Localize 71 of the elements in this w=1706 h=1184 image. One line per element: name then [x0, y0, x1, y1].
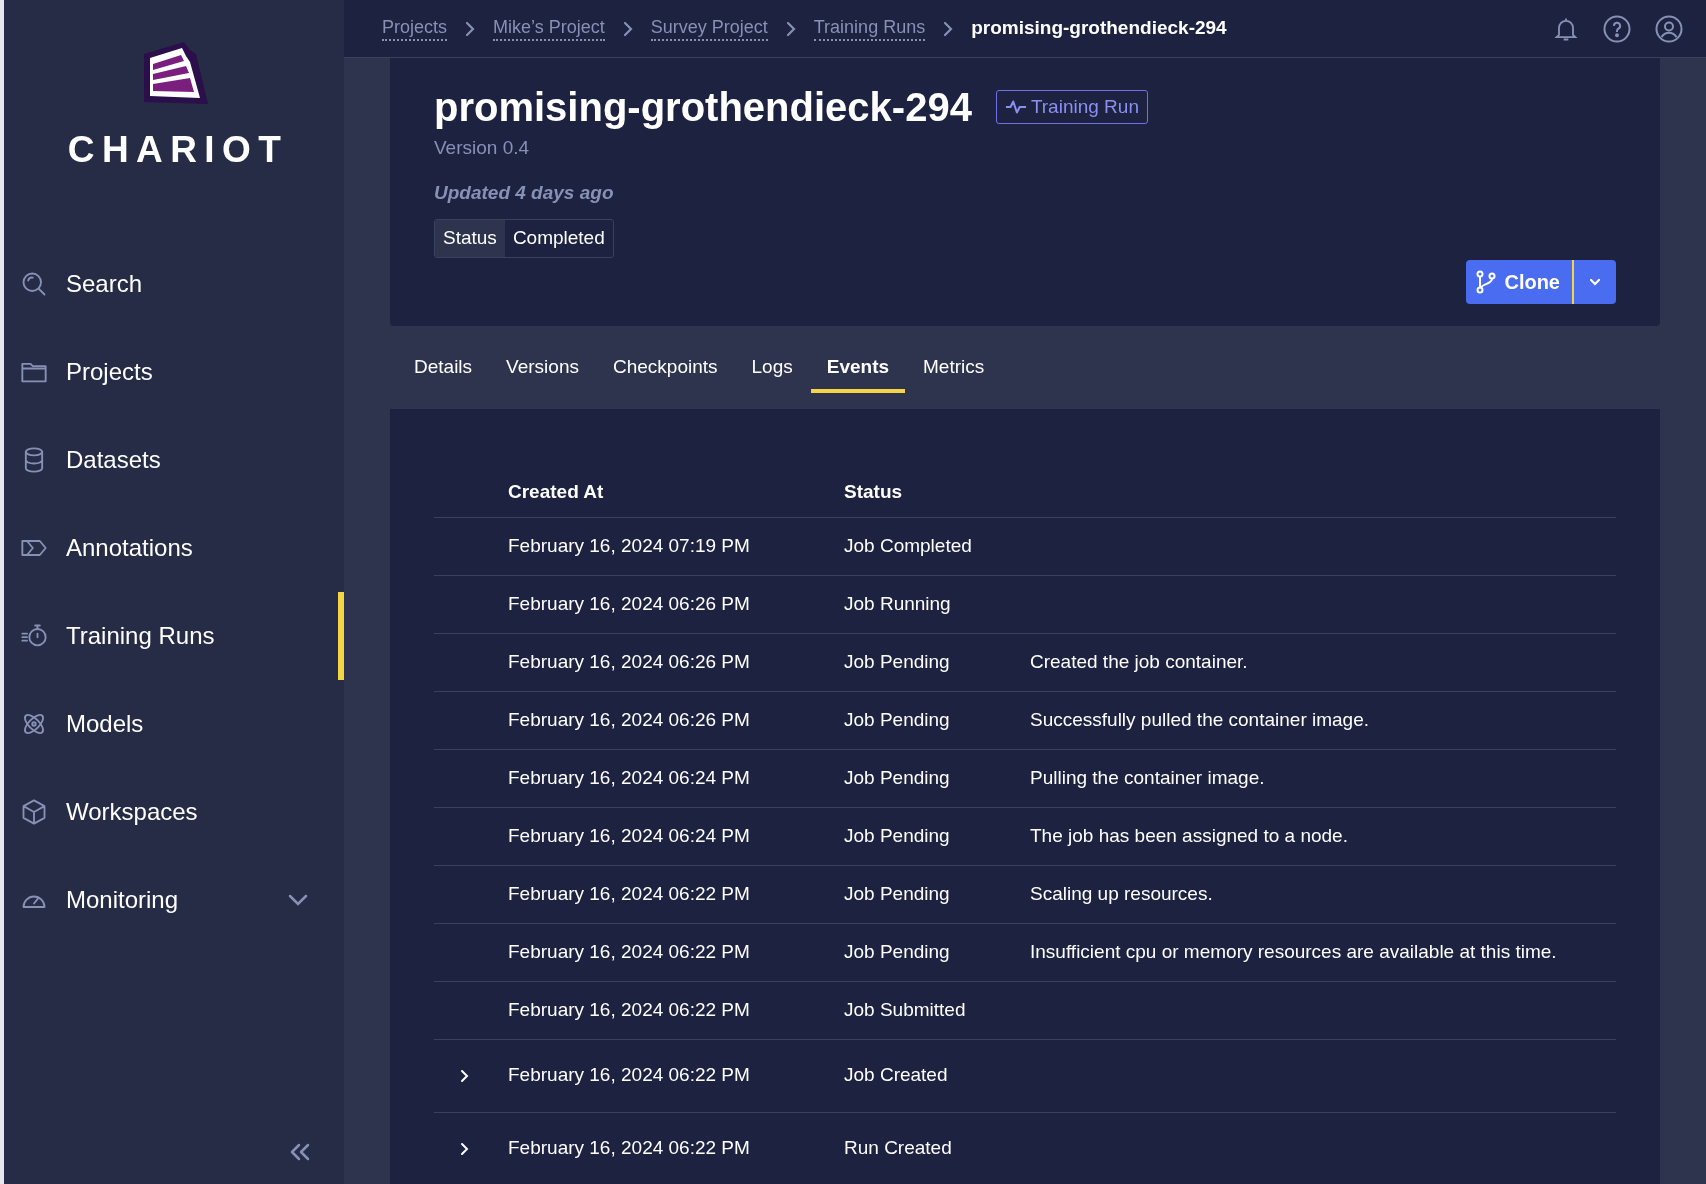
table-cell: February 16, 2024 06:26 PM [508, 708, 750, 730]
sidebar-item[interactable]: Training Runs [4, 591, 344, 680]
table-cell: February 16, 2024 06:26 PM [508, 592, 750, 614]
updated-text: Updated 4 days ago [434, 180, 615, 205]
table-cell: February 16, 2024 06:24 PM [508, 766, 750, 788]
tab[interactable]: Checkpoints [596, 342, 734, 393]
cube-icon [20, 797, 48, 826]
chevron-right-icon [785, 20, 796, 37]
table-cell: Scaling up resources. [1030, 882, 1213, 904]
table-cell: Job Submitted [844, 998, 966, 1020]
table-cell: Job Pending [844, 766, 950, 788]
tab[interactable]: Versions [490, 342, 595, 393]
table-cell: Job Created [844, 1064, 948, 1086]
status-label: Status [435, 220, 505, 257]
logo-text: CHARIOT [66, 128, 289, 172]
chevron-right-icon [460, 1140, 470, 1157]
help-icon[interactable] [1602, 13, 1632, 44]
tab[interactable]: Details [398, 342, 489, 393]
table-cell: February 16, 2024 06:26 PM [508, 650, 750, 672]
column-header: Created At [508, 467, 844, 517]
user-avatar-icon[interactable] [1654, 13, 1684, 44]
table-cell: February 16, 2024 06:24 PM [508, 824, 750, 846]
caret-icon [1588, 277, 1602, 287]
table-cell: Job Running [844, 592, 951, 614]
sidebar-item[interactable]: Annotations [4, 503, 344, 592]
table-cell: Job Pending [844, 708, 950, 730]
table-cell: Job Completed [844, 534, 972, 556]
table-cell: February 16, 2024 06:22 PM [508, 1064, 750, 1086]
table-cell: February 16, 2024 06:22 PM [508, 940, 750, 962]
table-cell: Created the job container. [1030, 650, 1248, 672]
breadcrumb-link[interactable]: Training Runs [813, 16, 926, 41]
table-cell: Job Pending [844, 824, 950, 846]
table-cell: Job Pending [844, 940, 950, 962]
breadcrumb-link[interactable]: Projects [382, 16, 448, 41]
clone-button[interactable]: Clone [1466, 260, 1574, 304]
table-cell: Run Created [844, 1137, 952, 1159]
status-value: Completed [511, 226, 606, 250]
chevron-right-icon [943, 20, 954, 37]
table-cell: February 16, 2024 06:22 PM [508, 998, 750, 1020]
sidebar-item[interactable]: Monitoring [4, 855, 344, 944]
page-title: promising-grothendieck-294 [434, 84, 972, 131]
sidebar-item[interactable]: Search [4, 239, 344, 328]
expand-row-button[interactable] [460, 1140, 470, 1157]
sidebar-item[interactable]: Projects [4, 327, 344, 416]
tab[interactable]: Logs [735, 342, 809, 393]
table-cell: Insufficient cpu or memory resources are available at this time. [1030, 940, 1557, 962]
table-cell: Pulling the container image. [1030, 766, 1265, 788]
column-header: Status [844, 467, 1030, 517]
table-cell: Job Pending [844, 650, 950, 672]
table-cell: Successfully pulled the container image. [1030, 708, 1370, 730]
chevron-right-icon [465, 20, 476, 37]
breadcrumb-current: promising-grothendieck-294 [971, 16, 1227, 41]
tab[interactable]: Events [810, 342, 906, 393]
table-cell: February 16, 2024 06:22 PM [508, 1137, 750, 1159]
table-cell: The job has been assigned to a node. [1030, 824, 1348, 846]
table-cell: Job Pending [844, 882, 950, 904]
tab[interactable]: Metrics [907, 342, 1001, 393]
type-badge: Training Run [995, 89, 1148, 125]
expand-row-button[interactable] [460, 1067, 470, 1084]
breadcrumb-link[interactable]: Mike’s Project [493, 16, 605, 41]
activity-icon [1004, 98, 1027, 116]
sidebar-item[interactable]: Models [4, 679, 344, 768]
breadcrumb-link[interactable]: Survey Project [650, 16, 768, 41]
chevron-right-icon [622, 20, 633, 37]
table-cell: February 16, 2024 06:22 PM [508, 882, 750, 904]
sidebar-item[interactable]: Datasets [4, 415, 344, 504]
chevron-right-icon [460, 1067, 470, 1084]
version-text: Version 0.4 [434, 136, 531, 160]
branch-icon [1476, 270, 1497, 294]
sidebar-item[interactable]: Workspaces [4, 767, 344, 856]
table-cell: February 16, 2024 07:19 PM [508, 534, 750, 556]
